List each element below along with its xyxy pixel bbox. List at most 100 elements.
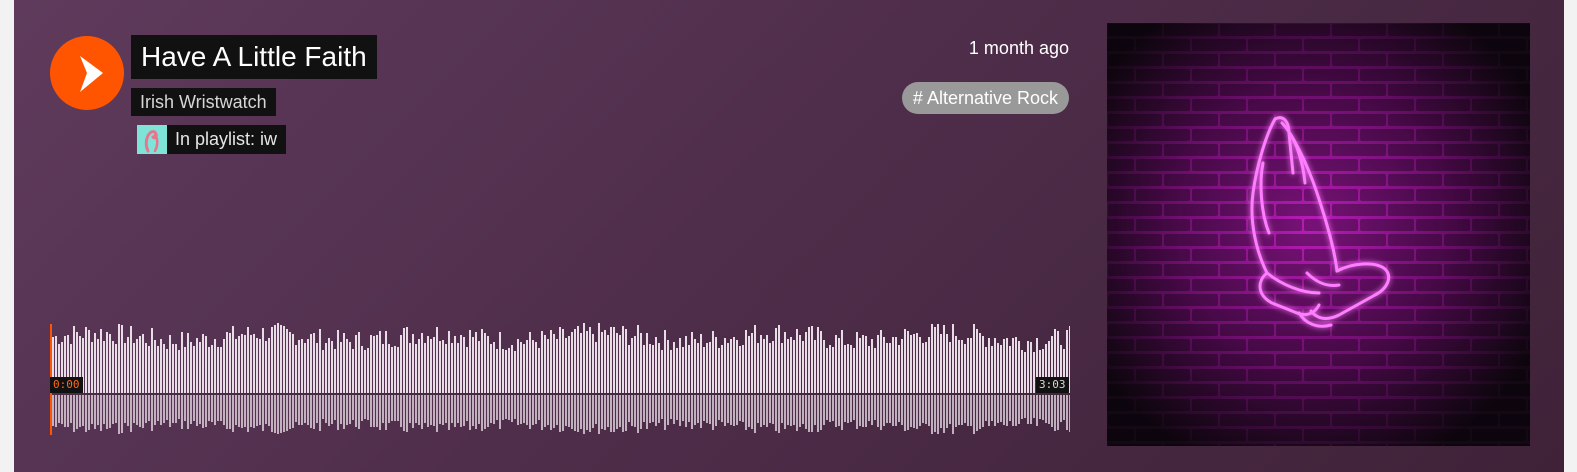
playlist-link[interactable]: In playlist: iw <box>137 125 287 154</box>
waveform-bar <box>439 341 441 393</box>
waveform-bar-reflection <box>565 395 567 426</box>
waveform-bar-reflection <box>238 395 240 427</box>
waveform-bar-reflection <box>859 395 861 426</box>
waveform-bar <box>1006 338 1008 393</box>
waveform-bar-reflection <box>1066 395 1068 430</box>
waveform-bar <box>295 345 297 393</box>
waveform-bar <box>862 335 864 393</box>
waveform-bar <box>97 339 99 393</box>
waveform-bar <box>91 342 93 393</box>
waveform-bar <box>277 323 279 393</box>
waveform-bar <box>160 339 162 393</box>
waveform-bar-reflection <box>646 395 648 429</box>
waveform-bar-reflection <box>112 395 114 424</box>
waveform-bar <box>682 347 684 393</box>
waveform-bar-reflection <box>919 395 921 426</box>
waveform-bar <box>481 329 483 393</box>
waveform-bar <box>820 331 822 393</box>
waveform-bar-reflection <box>820 395 822 430</box>
sound-player-widget: Have A Little Faith Irish Wristwatch In … <box>14 0 1564 472</box>
waveform[interactable] <box>50 310 1070 435</box>
waveform-bar-reflection <box>391 395 393 421</box>
waveform-bar-reflection <box>721 395 723 422</box>
waveform-bar-reflection <box>1051 395 1053 427</box>
waveform-bar-reflection <box>1012 395 1014 426</box>
waveform-bar-reflection <box>196 395 198 426</box>
waveform-bar <box>190 342 192 393</box>
waveform-bar-reflection <box>1021 395 1023 419</box>
track-title[interactable]: Have A Little Faith <box>131 35 377 79</box>
waveform-bar-reflection <box>1048 395 1050 424</box>
waveform-bar <box>268 338 270 393</box>
waveform-bar <box>256 338 258 393</box>
waveform-bar <box>859 338 861 393</box>
waveform-bar <box>814 340 816 393</box>
waveform-bar <box>442 340 444 393</box>
waveform-bar-reflection <box>985 395 987 421</box>
waveform-bar-reflection <box>283 395 285 432</box>
genre-tag[interactable]: # Alternative Rock <box>901 82 1069 114</box>
waveform-bar-reflection <box>523 395 525 423</box>
waveform-bar <box>724 338 726 393</box>
waveform-bar-reflection <box>607 395 609 427</box>
waveform-bar <box>715 337 717 393</box>
waveform-bar-reflection <box>268 395 270 426</box>
play-button[interactable] <box>50 36 124 110</box>
waveform-bar-reflection <box>499 395 501 429</box>
waveform-bar-reflection <box>634 395 636 427</box>
waveform-bar-reflection <box>778 395 780 433</box>
waveform-bar-reflection <box>502 395 504 420</box>
waveform-bar <box>550 330 552 393</box>
waveform-bar-reflection <box>79 395 81 427</box>
waveform-bar-reflection <box>343 395 345 429</box>
waveform-bar <box>904 329 906 393</box>
waveform-bar-reflection <box>1039 395 1041 419</box>
waveform-bar-reflection <box>718 395 720 420</box>
waveform-bar-reflection <box>334 395 336 420</box>
waveform-bar <box>199 342 201 393</box>
waveform-bar <box>694 339 696 393</box>
waveform-bar-reflection <box>1018 395 1020 424</box>
waveform-bar-reflection <box>367 395 369 420</box>
waveform-bar <box>436 327 438 393</box>
waveform-bar-reflection <box>139 395 141 427</box>
waveform-bar <box>448 331 450 393</box>
waveform-bar <box>568 336 570 393</box>
waveform-bar-reflection <box>319 395 321 431</box>
waveform-bar <box>751 333 753 393</box>
waveform-bar <box>676 348 678 393</box>
waveform-bar <box>754 325 756 393</box>
waveform-bar-reflection <box>466 395 468 421</box>
waveform-bar <box>916 333 918 393</box>
waveform-bar <box>400 335 402 393</box>
waveform-bar <box>424 343 426 393</box>
waveform-bar-reflection <box>1033 395 1035 418</box>
track-artwork[interactable] <box>1107 23 1530 446</box>
waveform-bar <box>574 329 576 393</box>
waveform-bar-reflection <box>823 395 825 425</box>
waveform-bar-reflection <box>631 395 633 426</box>
waveform-bar-reflection <box>598 395 600 434</box>
waveform-bar <box>838 338 840 393</box>
waveform-bar <box>1033 352 1035 393</box>
waveform-bar-reflection <box>622 395 624 432</box>
waveform-bar-reflection <box>637 395 639 433</box>
flamingo-icon <box>137 125 167 154</box>
waveform-bar-reflection <box>910 395 912 427</box>
waveform-bar-reflection <box>769 395 771 423</box>
waveform-bar-reflection <box>337 395 339 430</box>
waveform-bar-reflection <box>322 395 324 419</box>
waveform-bar-reflection <box>97 395 99 425</box>
waveform-bar-reflection <box>760 395 762 427</box>
waveform-bar <box>793 340 795 393</box>
waveform-bar-reflection <box>547 395 549 425</box>
waveform-bar-reflection <box>733 395 735 426</box>
waveform-bar <box>919 337 921 393</box>
waveform-bar-reflection <box>94 395 96 429</box>
waveform-bar-reflection <box>1027 395 1029 424</box>
waveform-bar <box>148 346 150 393</box>
artist-name[interactable]: Irish Wristwatch <box>131 88 276 116</box>
waveform-bar <box>946 334 948 393</box>
waveform-bar-reflection <box>412 395 414 428</box>
waveform-bar <box>172 344 174 393</box>
